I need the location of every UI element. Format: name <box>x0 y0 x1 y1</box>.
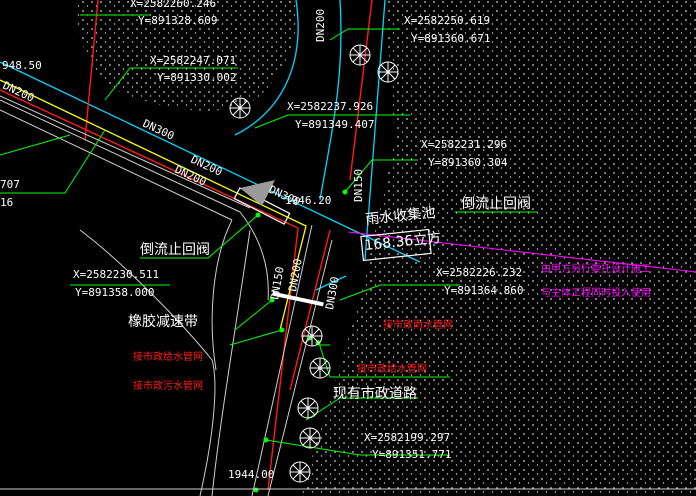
pipe-label-dn200-left: DN200 <box>1 79 37 105</box>
coord-8-x: X=2582199.297 <box>364 431 450 444</box>
connection-supply-left: 接市政给水管网 <box>133 350 203 363</box>
coord-1-y: Y=891328.609 <box>138 14 217 27</box>
coord-5-x: X=2582231.296 <box>421 138 507 151</box>
left-fragment-3: 16 <box>0 196 13 209</box>
cad-drawing: X=2582260.246 Y=891328.609 X=2582250.619… <box>0 0 696 496</box>
connection-rain: 接市政雨水管网 <box>383 318 453 331</box>
coord-8-y: Y=891351.771 <box>372 448 451 461</box>
note-line-2: 与主体工程同时投入使用 <box>541 286 651 299</box>
connection-sewer: 接市政污水管网 <box>133 379 203 392</box>
coord-3-x: X=2582247.071 <box>150 54 236 67</box>
coord-7-x: X=2582226.232 <box>436 266 522 279</box>
connection-supply-right: 接市政给水管网 <box>357 362 427 375</box>
coord-2-x: X=2582250.619 <box>404 14 490 27</box>
pipe-label-dn300-a: DN300 <box>141 117 177 143</box>
coord-4-y: Y=891349.407 <box>295 118 374 131</box>
coord-7-y: Y=891364.860 <box>444 284 523 297</box>
note-line-1: 由甲方另行委托设计施工 <box>541 262 651 275</box>
elevation-1944: 1944.00 <box>228 468 274 481</box>
pipe-label-dn150-a: DN150 <box>352 169 365 202</box>
left-fragment-1: 948.50 <box>2 59 42 72</box>
coord-4-x: X=2582237.926 <box>287 100 373 113</box>
coord-1-x: X=2582260.246 <box>130 0 216 10</box>
coord-2-y: Y=891360.671 <box>411 32 490 45</box>
coord-6-y: Y=891358.000 <box>75 286 154 299</box>
road-label: 现有市政道路 <box>333 385 417 402</box>
left-fragment-2: 707 <box>0 178 20 191</box>
check-valve-label-right: 倒流止回阀 <box>461 196 531 212</box>
drawing-svg: X=2582260.246 Y=891328.609 X=2582250.619… <box>0 0 696 496</box>
coord-3-y: Y=891330.002 <box>157 71 236 84</box>
elevation-1946: 1946.20 <box>285 194 331 207</box>
rubber-bump-label: 橡胶减速带 <box>128 313 198 330</box>
check-valve-label-left: 倒流止回阀 <box>140 242 210 258</box>
planting-area-right <box>300 0 696 496</box>
pipe-label-dn200-c: DN200 <box>286 258 305 293</box>
pipe-label-dn200-top: DN200 <box>314 9 327 42</box>
coord-6-x: X=2582230.511 <box>73 268 159 281</box>
coord-5-y: Y=891360.304 <box>428 156 508 169</box>
pipe-label-dn300-c: DN300 <box>323 276 342 311</box>
